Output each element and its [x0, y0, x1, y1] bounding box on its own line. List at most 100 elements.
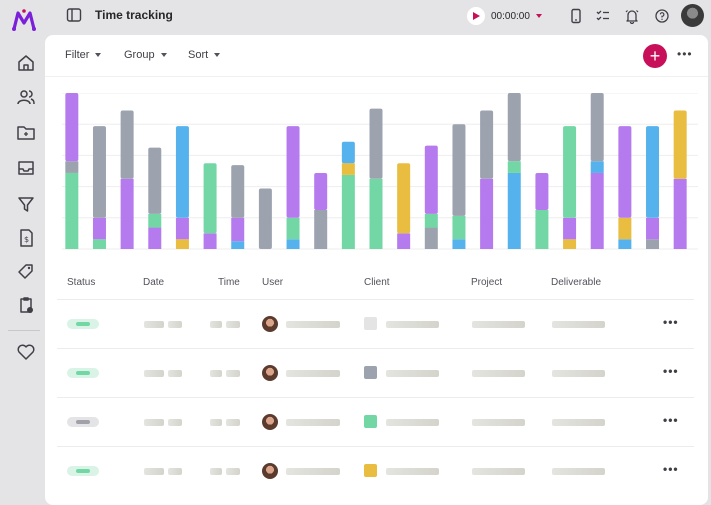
- bar-12[interactable]: [369, 108, 383, 249]
- bar-segment-purple[interactable]: [673, 178, 687, 249]
- bar-6[interactable]: [203, 163, 217, 249]
- play-icon[interactable]: [467, 7, 485, 25]
- bar-segment-gray[interactable]: [148, 147, 162, 214]
- filter-icon[interactable]: [15, 193, 37, 215]
- bar-segment-purple[interactable]: [563, 217, 577, 240]
- column-header-time[interactable]: Time: [218, 277, 240, 288]
- group-button[interactable]: Group: [124, 49, 167, 61]
- bar-15[interactable]: [452, 124, 466, 249]
- bar-segment-purple[interactable]: [175, 217, 189, 240]
- bar-11[interactable]: [341, 141, 355, 249]
- bar-segment-purple[interactable]: [148, 227, 162, 249]
- status-badge[interactable]: [67, 417, 99, 427]
- bar-segment-purple[interactable]: [397, 233, 411, 249]
- bar-4[interactable]: [148, 147, 162, 249]
- bar-segment-gray[interactable]: [65, 161, 79, 173]
- bar-segment-yellow[interactable]: [341, 163, 355, 175]
- bar-segment-purple[interactable]: [203, 233, 217, 249]
- bar-20[interactable]: [590, 93, 604, 249]
- table-row[interactable]: •••: [57, 397, 694, 446]
- bar-segment-gray[interactable]: [424, 227, 438, 249]
- column-header-project[interactable]: Project: [471, 277, 502, 288]
- bar-1[interactable]: [65, 93, 79, 249]
- bar-23[interactable]: [673, 110, 687, 249]
- table-row[interactable]: •••: [57, 299, 694, 348]
- bar-5[interactable]: [175, 126, 189, 249]
- bar-segment-yellow[interactable]: [618, 217, 632, 240]
- bar-segment-blue[interactable]: [452, 239, 466, 249]
- bar-segment-gray[interactable]: [480, 110, 494, 179]
- heart-icon[interactable]: [15, 341, 37, 363]
- bar-segment-gray[interactable]: [452, 124, 466, 216]
- chevron-down-icon[interactable]: [535, 14, 542, 18]
- bar-segment-purple[interactable]: [65, 93, 79, 162]
- bar-segment-green[interactable]: [65, 172, 79, 249]
- home-icon[interactable]: [15, 52, 37, 74]
- sort-button[interactable]: Sort: [188, 49, 221, 61]
- folder-icon[interactable]: [15, 121, 37, 143]
- more-options-icon[interactable]: •••: [663, 364, 679, 378]
- bar-segment-green[interactable]: [148, 213, 162, 228]
- bar-segment-blue[interactable]: [590, 161, 604, 173]
- bar-segment-gray[interactable]: [507, 93, 521, 162]
- table-row[interactable]: •••: [57, 446, 694, 495]
- column-header-user[interactable]: User: [262, 277, 283, 288]
- bar-segment-gray[interactable]: [369, 108, 383, 179]
- bar-segment-purple[interactable]: [618, 126, 632, 218]
- bar-segment-gray[interactable]: [258, 188, 272, 249]
- bar-segment-yellow[interactable]: [397, 163, 411, 234]
- bar-8[interactable]: [258, 188, 272, 249]
- user-avatar[interactable]: [262, 365, 278, 381]
- bar-segment-gray[interactable]: [646, 239, 660, 249]
- bar-segment-purple[interactable]: [314, 172, 328, 210]
- clipboard-clock-icon[interactable]: [15, 294, 37, 316]
- bar-segment-gray[interactable]: [231, 165, 245, 218]
- bar-18[interactable]: [535, 172, 549, 249]
- user-avatar[interactable]: [262, 316, 278, 332]
- status-badge[interactable]: [67, 466, 99, 476]
- bar-segment-blue[interactable]: [618, 239, 632, 249]
- table-row[interactable]: •••: [57, 348, 694, 397]
- bar-9[interactable]: [286, 126, 300, 249]
- column-header-date[interactable]: Date: [143, 277, 164, 288]
- bar-segment-purple[interactable]: [231, 217, 245, 242]
- bar-10[interactable]: [314, 172, 328, 249]
- timer[interactable]: 00:00:00: [467, 5, 542, 27]
- bell-icon[interactable]: [623, 7, 641, 25]
- bar-21[interactable]: [618, 126, 632, 249]
- bar-segment-gray[interactable]: [92, 126, 106, 218]
- inbox-icon[interactable]: [15, 157, 37, 179]
- tag-icon[interactable]: [15, 260, 37, 282]
- status-badge[interactable]: [67, 319, 99, 329]
- more-options-icon[interactable]: •••: [677, 47, 693, 61]
- user-avatar[interactable]: [262, 463, 278, 479]
- add-button[interactable]: +: [643, 44, 667, 68]
- bar-14[interactable]: [424, 145, 438, 249]
- bar-segment-yellow[interactable]: [563, 239, 577, 249]
- bar-19[interactable]: [563, 126, 577, 249]
- bar-segment-green[interactable]: [507, 161, 521, 173]
- app-logo[interactable]: [11, 8, 37, 34]
- bar-segment-blue[interactable]: [507, 172, 521, 249]
- checklist-icon[interactable]: [594, 7, 612, 25]
- bar-segment-blue[interactable]: [286, 239, 300, 249]
- bar-segment-yellow[interactable]: [175, 239, 189, 249]
- bar-segment-green[interactable]: [286, 217, 300, 240]
- bar-segment-purple[interactable]: [92, 217, 106, 240]
- bar-segment-blue[interactable]: [341, 141, 355, 164]
- bar-segment-purple[interactable]: [646, 217, 660, 240]
- bar-segment-green[interactable]: [452, 215, 466, 240]
- more-options-icon[interactable]: •••: [663, 413, 679, 427]
- avatar[interactable]: [681, 4, 704, 27]
- bar-17[interactable]: [507, 93, 521, 249]
- bar-segment-blue[interactable]: [175, 126, 189, 218]
- users-icon[interactable]: [15, 86, 37, 108]
- bar-segment-blue[interactable]: [646, 126, 660, 218]
- bar-segment-blue[interactable]: [231, 241, 245, 249]
- bar-13[interactable]: [397, 163, 411, 249]
- bar-segment-yellow[interactable]: [673, 110, 687, 179]
- bar-segment-purple[interactable]: [424, 145, 438, 214]
- bar-16[interactable]: [480, 110, 494, 249]
- help-icon[interactable]: [653, 7, 671, 25]
- invoice-icon[interactable]: $: [15, 227, 37, 249]
